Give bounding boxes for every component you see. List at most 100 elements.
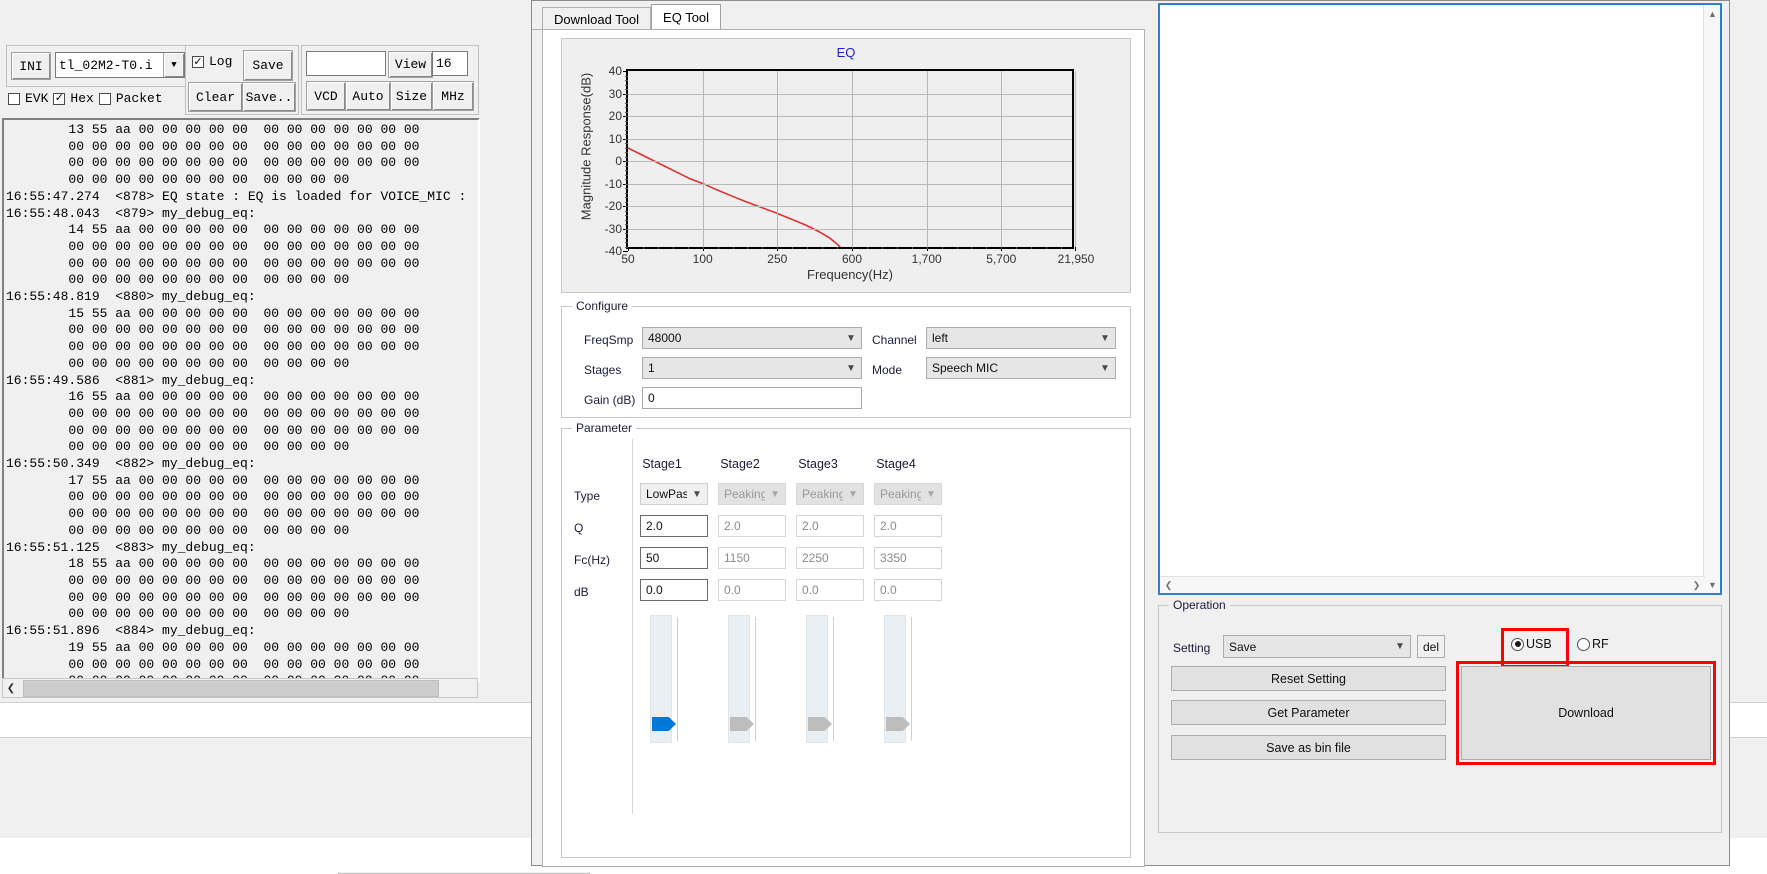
download-button[interactable]: Download [1461, 666, 1711, 760]
stages-combo[interactable]: 1 ▼ [642, 357, 862, 379]
log-checkbox[interactable]: ✓ [192, 56, 204, 68]
scroll-right-icon[interactable]: ❯ [1688, 577, 1705, 594]
view-input[interactable] [306, 51, 386, 76]
fc-input-stage2[interactable]: 1150 [718, 547, 786, 569]
chevron-down-icon[interactable]: ▼ [1390, 641, 1410, 652]
scroll-left-icon[interactable]: ❮ [3, 680, 19, 696]
slider-thumb[interactable] [886, 717, 910, 731]
log-output-pane[interactable]: 13 55 aa 00 00 00 00 00 00 00 00 00 00 0… [2, 118, 480, 682]
slider-thumb[interactable] [652, 717, 676, 731]
mode-combo[interactable]: Speech MIC ▼ [926, 357, 1116, 379]
eq-chart: EQ Magnitude Response(dB) 403020100-10-2… [561, 38, 1131, 293]
get-parameter-button[interactable]: Get Parameter [1171, 700, 1446, 725]
size-button[interactable]: Size [390, 81, 433, 111]
chart-x-minor-tickmark [807, 247, 808, 249]
chevron-down-icon[interactable]: ▼ [841, 333, 861, 344]
chevron-down-icon[interactable]: ▼ [765, 489, 785, 500]
tab-eq-tool[interactable]: EQ Tool [651, 4, 721, 30]
chevron-down-icon[interactable]: ▼ [163, 53, 184, 77]
chart-x-minor-tickmark [852, 247, 853, 249]
db-input-stage2[interactable]: 0.0 [718, 579, 786, 601]
chart-y-minor-tickmark [625, 193, 628, 194]
type-combo-stage2[interactable]: Peaking ▼ [718, 483, 786, 505]
chart-y-minor-tickmark [625, 202, 628, 203]
list-horizontal-scrollbar[interactable]: ❮ ❯ [1160, 576, 1705, 593]
eq-tool-window: Download Tool EQ Tool EQ Magnitude Respo… [531, 0, 1730, 866]
ini-file-combo[interactable]: tl_02M2-T0.i ▼ [55, 52, 185, 78]
chart-x-minor-tickmark [673, 247, 674, 249]
log-saveas-button[interactable]: Save.. [242, 82, 296, 112]
ini-button[interactable]: INI [11, 52, 51, 80]
channel-combo[interactable]: left ▼ [926, 327, 1116, 349]
gain-slider-stage3[interactable] [806, 615, 846, 743]
chart-x-tickmark [1075, 247, 1076, 251]
scrollbar-thumb[interactable] [23, 680, 439, 697]
output-list-box[interactable]: ▲ ▼ ❮ ❯ [1158, 3, 1722, 595]
log-save-button[interactable]: Save [243, 50, 293, 81]
chevron-down-icon[interactable]: ▼ [921, 489, 941, 500]
reset-setting-button[interactable]: Reset Setting [1171, 666, 1446, 691]
gain-input[interactable]: 0 [642, 387, 862, 409]
gain-slider-stage2[interactable] [728, 615, 768, 743]
fc-input-stage3[interactable]: 2250 [796, 547, 864, 569]
chevron-down-icon[interactable]: ▼ [1095, 363, 1115, 374]
chevron-down-icon[interactable]: ▼ [687, 489, 707, 500]
chart-y-minor-tickmark [625, 247, 628, 248]
type-value-stage3: Peaking [797, 487, 843, 501]
mhz-button[interactable]: MHz [432, 81, 474, 111]
freqsmp-combo[interactable]: 48000 ▼ [642, 327, 862, 349]
chart-y-minor-tickmark [625, 80, 628, 81]
q-input-stage2[interactable]: 2.0 [718, 515, 786, 537]
chart-plot-area: 403020100-10-20-30-40501002506001,7005,7… [626, 69, 1074, 249]
chart-gridline-h [628, 116, 1072, 117]
setting-combo[interactable]: Save ▼ [1223, 635, 1411, 658]
chart-x-tick: 1,700 [912, 252, 942, 266]
type-value-stage4: Peaking [875, 487, 921, 501]
chart-x-minor-tickmark [1031, 247, 1032, 249]
chart-x-minor-tickmark [942, 247, 943, 249]
chart-y-tick: -40 [605, 244, 622, 258]
chart-x-tick: 600 [842, 252, 862, 266]
usb-radio[interactable]: USB [1511, 637, 1552, 651]
chart-y-minor-tickmark [625, 229, 628, 230]
fc-input-stage4[interactable]: 3350 [874, 547, 942, 569]
type-combo-stage4[interactable]: Peaking ▼ [874, 483, 942, 505]
q-input-stage4[interactable]: 2.0 [874, 515, 942, 537]
vcd-button[interactable]: VCD [306, 81, 346, 111]
q-input-stage1[interactable]: 2.0 [640, 515, 708, 537]
chevron-down-icon[interactable]: ▼ [1095, 333, 1115, 344]
chart-title: EQ [562, 45, 1130, 60]
row-label-q: Q [574, 521, 583, 535]
scroll-left-icon[interactable]: ❮ [1160, 577, 1177, 594]
q-input-stage3[interactable]: 2.0 [796, 515, 864, 537]
save-as-bin-file-button[interactable]: Save as bin file [1171, 735, 1446, 760]
list-vertical-scrollbar[interactable]: ▲ ▼ [1703, 5, 1720, 593]
hex-checkbox[interactable]: ✓ [53, 93, 65, 105]
chart-y-axis-label: Magnitude Response(dB) [579, 57, 594, 237]
fc-input-stage1[interactable]: 50 [640, 547, 708, 569]
log-clear-button[interactable]: Clear [188, 82, 243, 112]
view-button[interactable]: View [388, 51, 433, 78]
chevron-down-icon[interactable]: ▼ [841, 363, 861, 374]
delete-setting-button[interactable]: del [1417, 635, 1445, 658]
scroll-up-icon[interactable]: ▲ [1704, 5, 1721, 22]
view-count-input[interactable]: 16 [432, 51, 468, 76]
type-combo-stage3[interactable]: Peaking ▼ [796, 483, 864, 505]
db-input-stage4[interactable]: 0.0 [874, 579, 942, 601]
slider-thumb[interactable] [808, 717, 832, 731]
log-horizontal-scrollbar[interactable]: ❮ [2, 678, 478, 698]
packet-checkbox[interactable] [99, 93, 111, 105]
auto-button[interactable]: Auto [345, 81, 391, 111]
gain-slider-stage4[interactable] [884, 615, 924, 743]
db-input-stage3[interactable]: 0.0 [796, 579, 864, 601]
chevron-down-icon[interactable]: ▼ [843, 489, 863, 500]
scroll-down-icon[interactable]: ▼ [1704, 576, 1721, 593]
type-combo-stage1[interactable]: LowPass ▼ [640, 483, 708, 505]
chart-y-tick: 20 [609, 109, 622, 123]
tab-download-tool[interactable]: Download Tool [542, 7, 651, 30]
slider-thumb[interactable] [730, 717, 754, 731]
evk-checkbox[interactable] [8, 93, 20, 105]
gain-slider-stage1[interactable] [650, 615, 690, 743]
db-input-stage1[interactable]: 0.0 [640, 579, 708, 601]
rf-radio[interactable]: RF [1577, 637, 1609, 651]
